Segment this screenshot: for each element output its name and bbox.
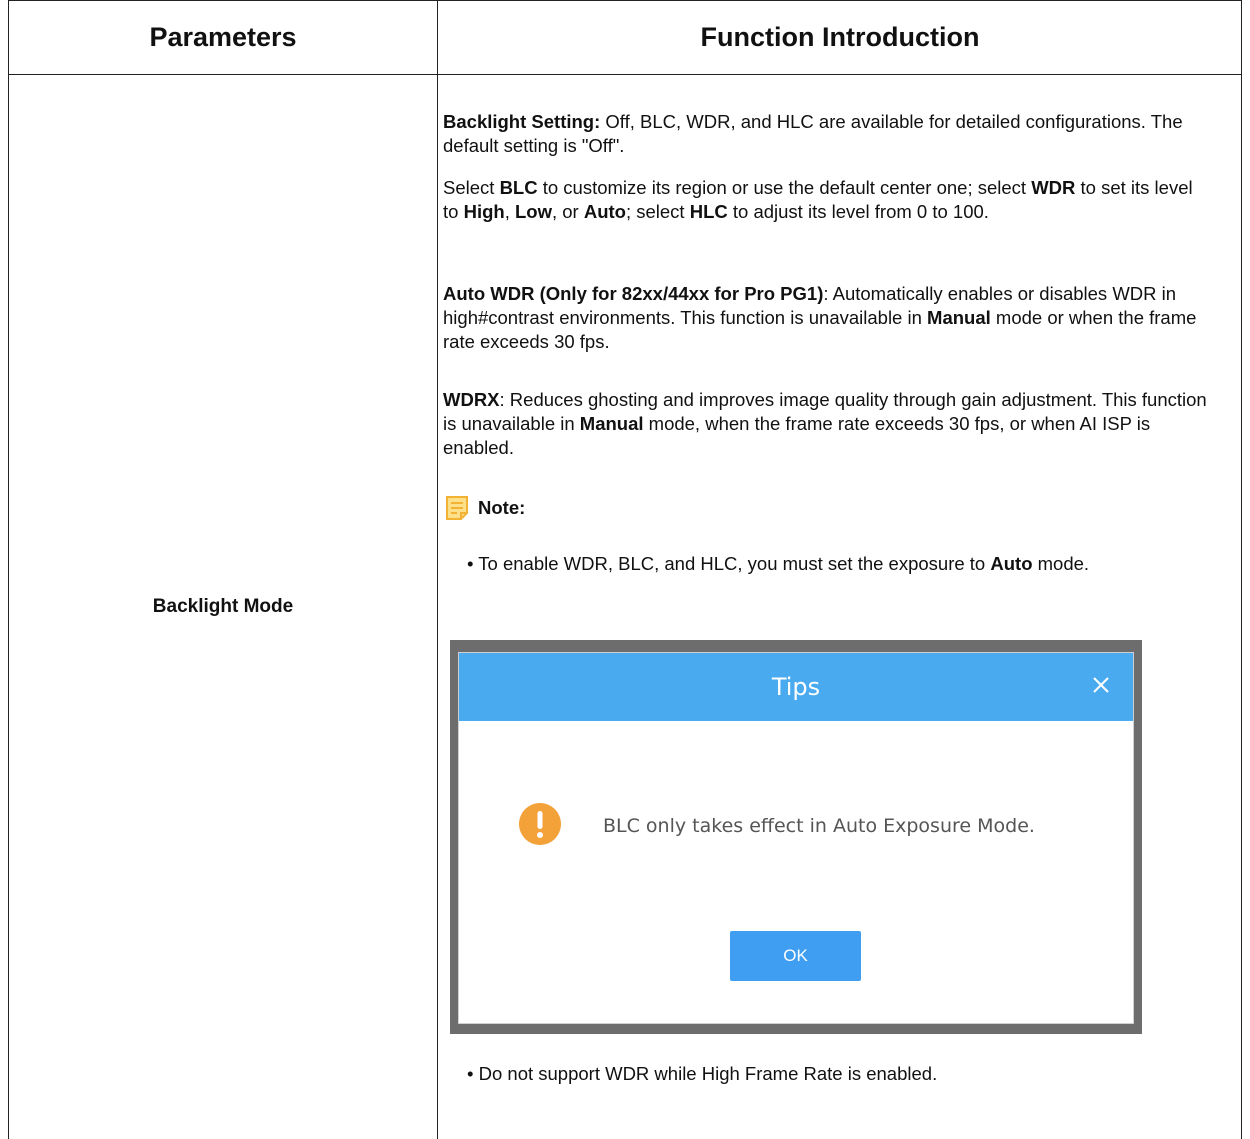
text-run: High (463, 201, 505, 222)
text-run: mode. (1032, 553, 1090, 574)
text-run: BLC (499, 177, 538, 198)
text-run: • Do not support WDR while High Frame Ra… (467, 1063, 938, 1084)
tips-dialog-screenshot: Tips BLC only takes effect in Auto Expos… (450, 640, 1142, 1034)
text-run: Manual (579, 413, 644, 434)
note-icon (446, 496, 468, 520)
text-run: Auto (583, 201, 626, 222)
text-run: , (504, 201, 515, 222)
header-divider (9, 74, 1241, 75)
note-bullet-high-frame-rate: • Do not support WDR while High Frame Ra… (467, 1062, 1207, 1086)
note-heading: Note: (443, 496, 525, 520)
note-bullet-exposure: • To enable WDR, BLC, and HLC, you must … (467, 552, 1207, 576)
text-run: HLC (689, 201, 728, 222)
text-run: Manual (927, 307, 991, 328)
note-label: Note: (478, 497, 526, 518)
text-run: Auto WDR (Only for 82xx/44xx for Pro PG1… (443, 283, 824, 304)
tips-dialog: Tips BLC only takes effect in Auto Expos… (458, 652, 1134, 1024)
text-run: Auto (990, 553, 1033, 574)
text-run: , or (551, 201, 584, 222)
text-run: Low (514, 201, 552, 222)
text-run: ; select (625, 201, 690, 222)
dialog-title: Tips (771, 673, 821, 701)
header-function-introduction: Function Introduction (700, 22, 980, 52)
text-run: Backlight Setting: (443, 111, 601, 132)
dialog-message: BLC only takes effect in Auto Exposure M… (603, 815, 1035, 837)
text-run: WDRX (443, 389, 500, 410)
parameter-name: Backlight Mode (152, 596, 294, 617)
warning-icon (519, 803, 561, 845)
text-run: • To enable WDR, BLC, and HLC, you must … (467, 553, 991, 574)
dialog-header: Tips (459, 653, 1133, 721)
ok-button[interactable]: OK (730, 931, 861, 981)
text-run: WDR (1031, 177, 1076, 198)
text-run: to customize its region or use the defau… (537, 177, 1032, 198)
header-parameters: Parameters (149, 22, 297, 52)
close-icon[interactable] (1087, 671, 1115, 699)
blc-wdr-hlc-paragraph: Select BLC to customize its region or us… (443, 176, 1213, 224)
text-run: Select (443, 177, 500, 198)
text-run: to adjust its level from 0 to 100. (727, 201, 989, 222)
column-divider (437, 1, 438, 1139)
auto-wdr-paragraph: Auto WDR (Only for 82xx/44xx for Pro PG1… (443, 282, 1213, 354)
backlight-setting-paragraph: Backlight Setting: Off, BLC, WDR, and HL… (443, 110, 1213, 158)
wdrx-paragraph: WDRX: Reduces ghosting and improves imag… (443, 388, 1213, 460)
